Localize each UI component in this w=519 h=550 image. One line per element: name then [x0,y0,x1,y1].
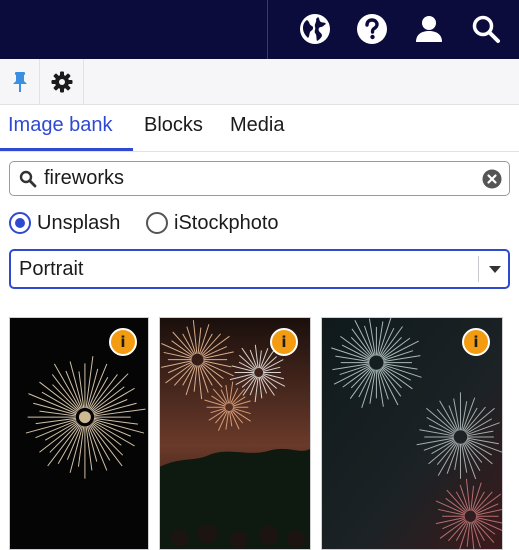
radio-istockphoto[interactable]: iStockphoto [146,209,279,237]
search-icon[interactable] [469,12,503,46]
image-source-options: Unsplash iStockphoto [9,209,509,237]
result-thumbnail-1[interactable]: i [9,317,149,550]
active-tab-indicator [0,148,133,151]
tab-image-bank[interactable]: Image bank [8,114,113,152]
pin-icon[interactable] [0,59,40,104]
globe-icon[interactable] [298,12,332,46]
info-icon[interactable]: i [109,328,137,356]
image-search-input[interactable] [44,164,474,193]
clear-search-icon[interactable] [482,169,502,189]
panel-tabs: Image bank Blocks Media [0,106,519,152]
chevron-down-icon[interactable] [488,263,502,275]
help-icon[interactable] [355,12,389,46]
info-icon[interactable]: i [270,328,298,356]
select-separator [478,256,479,282]
radio-istockphoto-indicator[interactable] [146,212,168,234]
gear-icon[interactable] [40,59,84,104]
orientation-select-value: Portrait [19,258,84,280]
info-glyph: i [281,332,287,351]
info-glyph: i [120,332,126,351]
result-thumbnail-3[interactable]: i [321,317,503,550]
tool-strip [0,59,519,105]
radio-unsplash[interactable]: Unsplash [9,209,120,237]
orientation-select[interactable]: Portrait [9,249,510,289]
tab-media[interactable]: Media [230,114,284,152]
top-bar [0,0,519,59]
search-field-icon [19,170,37,188]
image-search-box [9,161,510,196]
info-icon[interactable]: i [462,328,490,356]
tab-blocks[interactable]: Blocks [144,114,203,152]
result-thumbnail-2[interactable]: i [159,317,311,550]
radio-istockphoto-label: iStockphoto [174,211,279,234]
info-glyph: i [473,332,479,351]
radio-unsplash-indicator[interactable] [9,212,31,234]
user-icon[interactable] [412,12,446,46]
top-bar-divider [267,0,268,59]
radio-unsplash-label: Unsplash [37,211,121,234]
